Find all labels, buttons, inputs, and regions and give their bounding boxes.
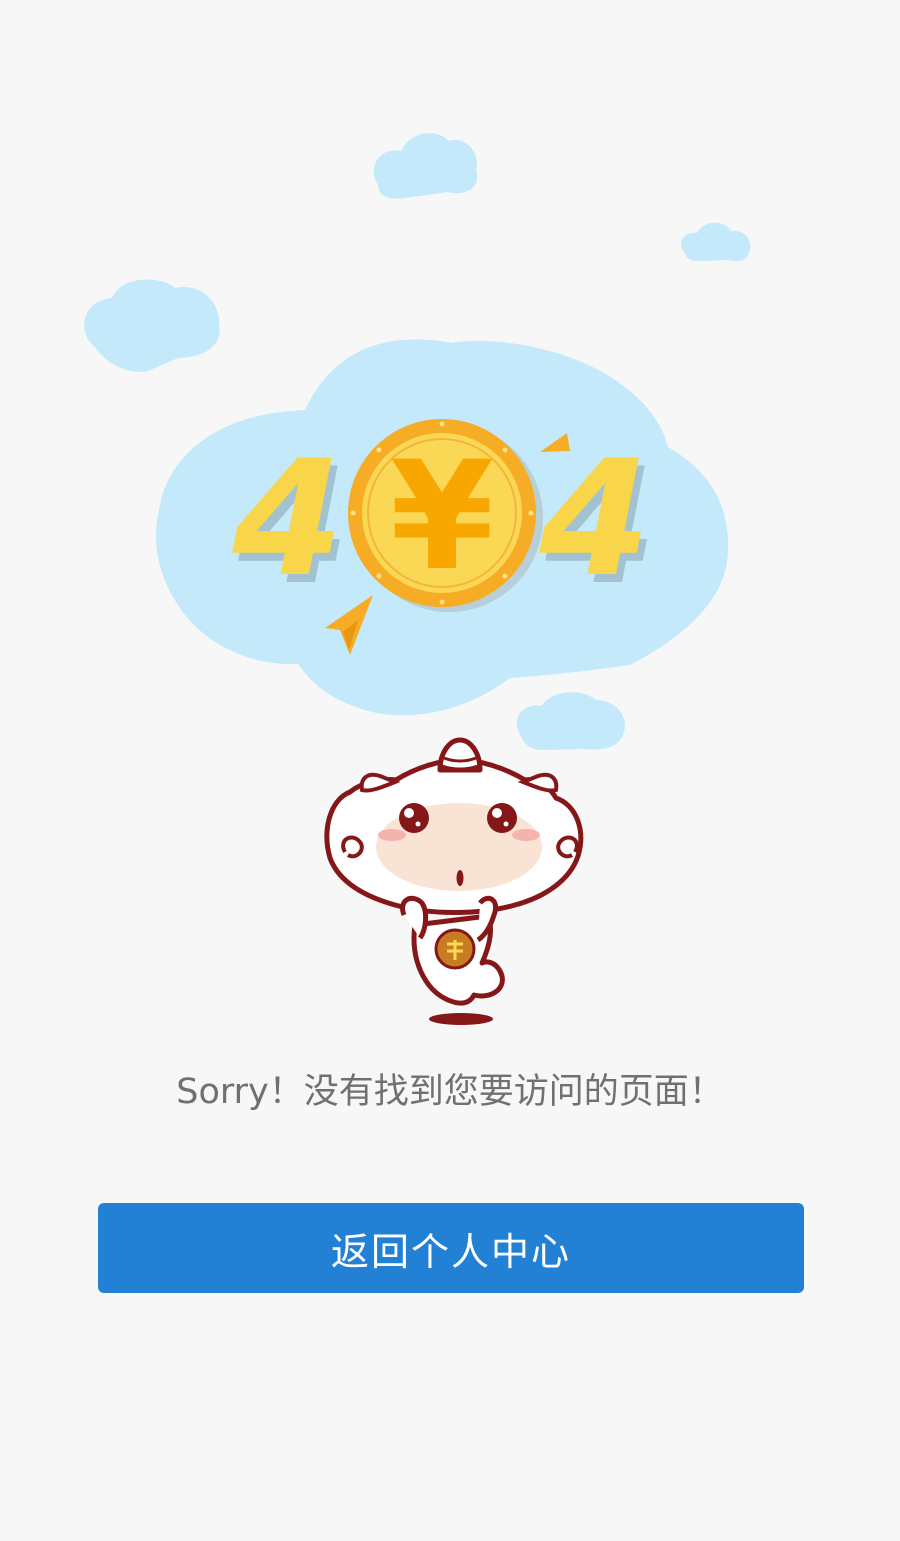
cloud-small-bottom	[516, 692, 626, 750]
digit-left-label: 4	[231, 425, 343, 612]
error-illustration: 4 4 4 4 ¥	[84, 133, 751, 1025]
digit-left: 4 4	[231, 425, 349, 620]
cloud-tiny-right	[681, 222, 751, 262]
digit-right-label: 4	[538, 425, 650, 612]
back-to-profile-button[interactable]: 返回个人中心	[98, 1203, 804, 1293]
not-found-message: Sorry！没有找到您要访问的页面！	[176, 1072, 724, 1112]
digit-right: 4 4	[538, 425, 656, 620]
cloud-small-top	[373, 133, 478, 199]
error-404-page: 4 4 4 4 ¥ Sorry！没有找到您要访问的页面！ 返回个人中心	[0, 0, 900, 1541]
cloud-left	[84, 279, 220, 372]
mascot-character	[324, 737, 584, 1025]
coin-symbol: ¥	[390, 430, 494, 604]
